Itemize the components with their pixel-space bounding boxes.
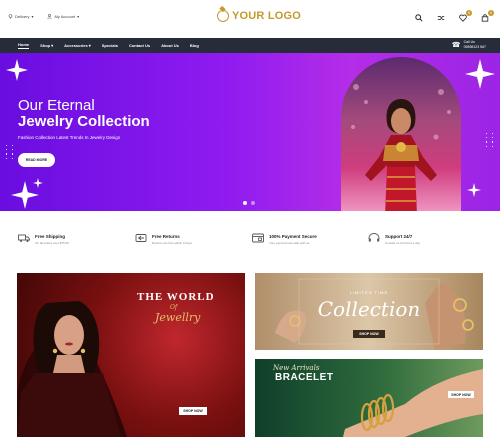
nav-item-about[interactable]: About Us: [161, 43, 179, 48]
search-button[interactable]: [414, 13, 424, 23]
ring-logo-icon: [217, 10, 229, 22]
bracelet-banner[interactable]: New Arrivals BRACELET SHOP NOW: [255, 359, 483, 437]
nav-item-label: About Us: [161, 43, 179, 48]
nav-item-home[interactable]: Home: [18, 42, 30, 49]
account-link[interactable]: My Account ▾: [47, 14, 79, 19]
feature-desc: Contact us 24 hours a day: [385, 241, 421, 245]
secure-payment-icon: [252, 232, 264, 244]
chevron-down-icon: ▾: [31, 14, 34, 19]
sparkle-icon: [465, 59, 495, 89]
call-number: 09898123 567: [463, 45, 486, 49]
heart-icon: [459, 14, 467, 22]
nav-menu: Home Shop ▾ Accessories ▾ Specials Contact…: [18, 38, 199, 53]
cart-button[interactable]: 0: [480, 10, 494, 23]
feature-title: Free Returns: [152, 234, 180, 239]
feature-desc: Returns are free within 9 days: [152, 241, 192, 245]
read-more-button[interactable]: READ MORE: [18, 153, 55, 167]
bride-illustration: [351, 84, 451, 211]
account-label: My Account: [54, 14, 76, 19]
nav-item-label: Shop: [40, 43, 51, 48]
chevron-down-icon: ▾: [88, 43, 91, 48]
world-shop-now-button[interactable]: SHOP NOW: [179, 407, 207, 415]
bracelet-banner-line2: BRACELET: [275, 372, 334, 383]
nav-item-label: Blog: [189, 43, 199, 48]
top-bar: Delivery ▾ My Account ▾ YOUR LOGO 0 0: [0, 0, 500, 38]
nav-item-contact[interactable]: Contact Us: [129, 43, 150, 48]
shuffle-icon: [437, 15, 445, 21]
slider-dot-2[interactable]: [251, 201, 255, 205]
wishlist-count-badge: 0: [466, 10, 472, 16]
top-left-links: Delivery ▾ My Account ▾: [8, 14, 79, 19]
feature-desc: Your payment are safe with us.: [269, 241, 311, 245]
user-icon: [47, 14, 53, 19]
hero-banner: Our Eternal Jewelry Collection Fashion C…: [0, 53, 500, 211]
nav-item-blog[interactable]: Blog: [190, 43, 199, 48]
nav-item-accessories[interactable]: Accessories ▾: [64, 43, 91, 48]
search-icon: [415, 14, 423, 22]
collection-banner[interactable]: LIMITED TIME Collection SHOP NOW: [255, 273, 483, 350]
nav-item-label: Contact Us: [128, 43, 151, 48]
collection-shop-now-button[interactable]: SHOP NOW: [353, 330, 385, 338]
nav-item-shop[interactable]: Shop ▾: [40, 43, 53, 48]
support-icon: [368, 232, 380, 244]
hero-subtitle: Fashion Collection Latest Trends In Jewe…: [18, 135, 121, 140]
nav-item-label: Specials: [101, 43, 118, 48]
nav-item-specials[interactable]: Specials: [102, 43, 118, 48]
slider-dot-1[interactable]: [243, 201, 247, 205]
hero-title-line1: Our Eternal: [18, 97, 95, 114]
call-us-block[interactable]: ☎ Call Us 09898123 567: [452, 40, 486, 50]
hero-slider-dots: [243, 201, 255, 205]
wishlist-button[interactable]: 0: [458, 10, 472, 23]
compare-button[interactable]: [436, 13, 446, 23]
collection-banner-title: Collection: [317, 297, 421, 321]
sparkle-icon: [6, 59, 28, 81]
collection-banner-label: LIMITED TIME: [349, 290, 389, 295]
truck-icon: [18, 232, 30, 244]
feature-desc: On all orders over $75.00: [35, 241, 69, 245]
world-banner-line2: Of: [170, 304, 178, 311]
dot-pattern: [6, 145, 15, 159]
main-navigation: Home Shop ▾ Accessories ▾ Specials Contact…: [0, 38, 500, 53]
delivery-label: Delivery: [15, 14, 30, 19]
dot-pattern: [486, 133, 495, 147]
header-icons: 0 0: [414, 10, 494, 23]
world-banner-line1: THE WORLD: [137, 291, 215, 303]
sparkle-icon: [467, 183, 481, 197]
returns-icon: [135, 232, 147, 244]
features-row: Free Shipping On all orders over $75.00 …: [0, 232, 500, 254]
phone-icon: ☎: [451, 42, 461, 49]
feature-title: 100% Payment Secure: [269, 234, 317, 239]
feature-free-returns: Free Returns Returns are free within 9 d…: [135, 232, 192, 245]
bracelet-shop-now-button[interactable]: SHOP NOW: [448, 391, 474, 398]
cart-count-badge: 0: [488, 10, 494, 16]
hero-title-line2: Jewelry Collection: [18, 113, 150, 130]
world-of-jewellry-banner[interactable]: THE WORLD Of Jewellry SHOP NOW: [17, 273, 245, 437]
hero-model-image: [341, 57, 461, 211]
nav-item-label: Home: [18, 42, 30, 47]
feature-title: Support 24/7: [385, 234, 413, 239]
feature-payment-secure: 100% Payment Secure Your payment are saf…: [252, 232, 317, 245]
world-banner-line3: Jewellry: [155, 311, 201, 324]
logo-text: YOUR LOGO: [232, 10, 302, 22]
location-icon: [8, 14, 13, 19]
chevron-down-icon: ▾: [51, 43, 54, 48]
chevron-down-icon: ▾: [77, 14, 80, 19]
bracelet-banner-line1: New Arrivals: [273, 364, 320, 372]
delivery-link[interactable]: Delivery ▾: [8, 14, 33, 19]
feature-support: Support 24/7 Contact us 24 hours a day: [368, 232, 420, 245]
nav-item-label: Accessories: [64, 43, 88, 48]
shopping-bag-icon: [481, 14, 489, 22]
site-logo[interactable]: YOUR LOGO: [217, 10, 301, 22]
feature-free-shipping: Free Shipping On all orders over $75.00: [18, 232, 69, 245]
sparkle-icon: [33, 178, 43, 188]
feature-title: Free Shipping: [35, 234, 66, 239]
